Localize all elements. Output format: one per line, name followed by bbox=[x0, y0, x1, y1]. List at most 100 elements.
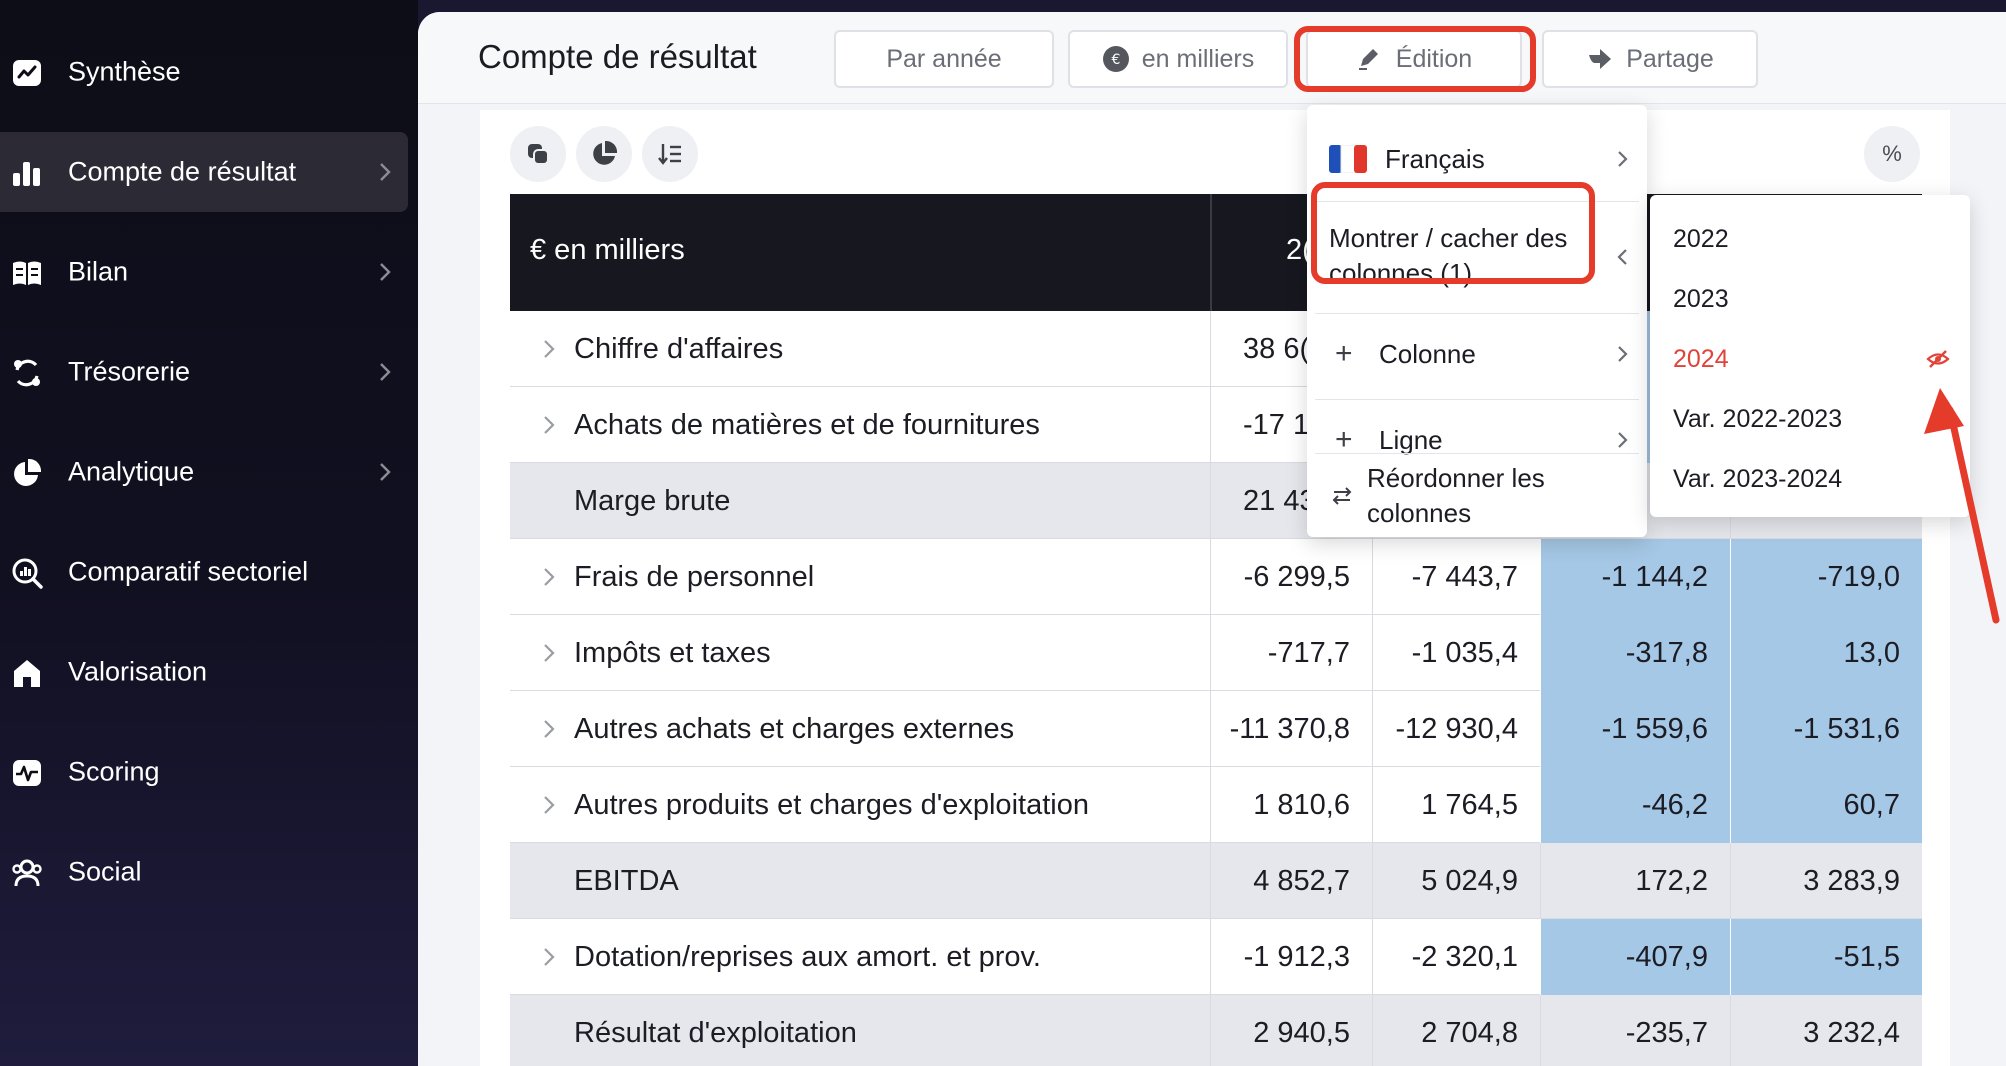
unit-button-label: en milliers bbox=[1141, 44, 1255, 73]
table-cell: 60,7 bbox=[1730, 767, 1922, 843]
table-header-label: € en milliers bbox=[530, 234, 685, 266]
table-row[interactable]: Dotation/reprises aux amort. et prov. -1 … bbox=[510, 919, 1922, 995]
pulse-icon bbox=[13, 760, 41, 786]
table-cell: 1 810,6 bbox=[1210, 767, 1372, 843]
column-toggle-2022[interactable]: 2022 bbox=[1673, 225, 1729, 254]
table-row[interactable]: Impôts et taxes -717,7 -1 035,4 -317,8 13,0 bbox=[510, 615, 1922, 691]
table-cell: -1 144,2 bbox=[1540, 539, 1730, 615]
sidebar-item-label: Bilan bbox=[68, 256, 129, 287]
table-cell: 172,2 bbox=[1540, 843, 1730, 919]
expand-chevron-icon[interactable] bbox=[540, 641, 558, 665]
sidebar-item-bilan[interactable]: Bilan bbox=[0, 232, 408, 312]
sidebar-item-synthese[interactable]: Synthèse bbox=[0, 32, 408, 112]
row-label: Résultat d'exploitation bbox=[574, 1017, 857, 1049]
table-cell: -51,5 bbox=[1730, 919, 1922, 995]
sidebar-item-label: Comparatif sectoriel bbox=[68, 556, 309, 587]
menu-item-reorder-columns[interactable]: Réordonner les colonnes bbox=[1307, 457, 1647, 537]
table-cell: -6 299,5 bbox=[1210, 539, 1372, 615]
sidebar-item-scoring[interactable]: Scoring bbox=[0, 732, 408, 812]
expand-chevron-icon[interactable] bbox=[540, 793, 558, 817]
menu-item-language-label: Français bbox=[1385, 143, 1485, 174]
unit-button[interactable]: € en milliers bbox=[1068, 30, 1288, 88]
table-cell: 2 704,8 bbox=[1372, 995, 1540, 1066]
expand-chevron-icon[interactable] bbox=[540, 413, 558, 437]
sidebar-item-analytique[interactable]: Analytique bbox=[0, 432, 408, 512]
sidebar-item-label: Trésorerie bbox=[68, 356, 191, 387]
table-cell: -1 559,6 bbox=[1540, 691, 1730, 767]
menu-item-reorder-label: Réordonner les colonnes bbox=[1367, 463, 1545, 528]
table-cell: -46,2 bbox=[1540, 767, 1730, 843]
sidebar-item-label: Social bbox=[68, 856, 142, 887]
cycle-icon bbox=[14, 359, 40, 387]
plus-icon: + bbox=[1335, 423, 1353, 456]
french-flag-icon bbox=[1329, 145, 1367, 173]
annotation-arrow bbox=[1924, 388, 2000, 624]
sort-button[interactable] bbox=[642, 126, 698, 182]
table-cell: 1 764,5 bbox=[1372, 767, 1540, 843]
line-chart-icon bbox=[13, 60, 41, 86]
edit-button-label: Édition bbox=[1395, 44, 1473, 73]
table-cell: 2 940,5 bbox=[1210, 995, 1372, 1066]
table-cell: -2 320,1 bbox=[1372, 919, 1540, 995]
chevron-right-icon bbox=[380, 463, 391, 481]
table-cell: -1 035,4 bbox=[1372, 615, 1540, 691]
expand-chevron-icon[interactable] bbox=[540, 565, 558, 589]
menu-item-show-hide-columns[interactable]: Montrer / cacher des colonnes (1) bbox=[1307, 207, 1647, 307]
chevron-right-icon bbox=[1618, 346, 1628, 362]
column-toggle-2023[interactable]: 2023 bbox=[1673, 285, 1729, 314]
table-row[interactable]: Autres produits et charges d'exploitatio… bbox=[510, 767, 1922, 843]
copy-icon bbox=[528, 144, 549, 165]
chart-settings-icon bbox=[593, 140, 618, 165]
menu-item-add-column[interactable]: + Colonne bbox=[1307, 319, 1647, 389]
table-cell: -235,7 bbox=[1540, 995, 1730, 1066]
expand-chevron-icon[interactable] bbox=[540, 717, 558, 741]
expand-chevron-icon[interactable] bbox=[540, 337, 558, 361]
expand-chevron-icon[interactable] bbox=[540, 945, 558, 969]
share-button[interactable]: Partage bbox=[1542, 30, 1758, 88]
table-cell: 3 232,4 bbox=[1730, 995, 1922, 1066]
duplicate-button[interactable] bbox=[510, 126, 566, 182]
table-cell: -7 443,7 bbox=[1372, 539, 1540, 615]
sidebar-item-tresorerie[interactable]: Trésorerie bbox=[0, 332, 408, 412]
chevron-left-icon bbox=[1617, 249, 1627, 265]
table-cell: -719,0 bbox=[1730, 539, 1922, 615]
table-row[interactable]: Autres achats et charges externes -11 370… bbox=[510, 691, 1922, 767]
row-label: Achats de matières et de fournitures bbox=[574, 409, 1040, 441]
row-label: Marge brute bbox=[574, 485, 731, 517]
sidebar-item-comparatif-sectoriel[interactable]: Comparatif sectoriel bbox=[0, 532, 408, 612]
euro-icon: € bbox=[1102, 46, 1129, 72]
column-toggle-2024[interactable]: 2024 bbox=[1673, 345, 1729, 374]
menu-item-add-column-label: Colonne bbox=[1379, 338, 1476, 369]
table-row: EBITDA 4 852,7 5 024,9 172,2 3 283,9 bbox=[510, 843, 1922, 919]
main-panel: Compte de résultat Par année € en millie… bbox=[418, 12, 2006, 1066]
menu-item-add-row-label: Ligne bbox=[1379, 424, 1443, 455]
sidebar-item-compte-de-resultat[interactable]: Compte de résultat bbox=[0, 132, 408, 212]
table-cell: -12 930,4 bbox=[1372, 691, 1540, 767]
column-toggle-var-2023-2024[interactable]: Var. 2023-2024 bbox=[1673, 465, 1842, 494]
eye-off-icon[interactable] bbox=[1926, 347, 1950, 371]
column-toggle-var-2022-2023[interactable]: Var. 2022-2023 bbox=[1673, 405, 1842, 434]
row-label: Autres achats et charges externes bbox=[574, 713, 1015, 745]
share-button-label: Partage bbox=[1626, 44, 1714, 73]
chevron-right-icon bbox=[380, 263, 391, 281]
table-cell: -717,7 bbox=[1210, 615, 1372, 691]
chevron-right-icon bbox=[380, 363, 391, 381]
period-button[interactable]: Par année bbox=[834, 30, 1054, 88]
table-cell: -1 531,6 bbox=[1730, 691, 1922, 767]
pencil-icon bbox=[1358, 49, 1378, 70]
menu-item-language[interactable]: Français bbox=[1307, 123, 1647, 195]
percent-toggle[interactable]: % bbox=[1864, 126, 1920, 182]
table-row[interactable]: Frais de personnel -6 299,5 -7 443,7 -1 144… bbox=[510, 539, 1922, 615]
bar-chart-icon bbox=[13, 162, 40, 186]
chart-options-button[interactable] bbox=[576, 126, 632, 182]
sidebar-item-label: Synthèse bbox=[68, 56, 181, 87]
home-icon bbox=[14, 660, 40, 687]
sidebar-item-label: Analytique bbox=[68, 456, 195, 487]
sidebar-item-valorisation[interactable]: Valorisation bbox=[0, 632, 408, 712]
row-label: Frais de personnel bbox=[574, 561, 815, 593]
table-cell: 13,0 bbox=[1730, 615, 1922, 691]
sidebar-item-social[interactable]: Social bbox=[0, 832, 408, 912]
row-label: EBITDA bbox=[574, 865, 679, 897]
table-cell: -317,8 bbox=[1540, 615, 1730, 691]
edit-button[interactable]: Édition bbox=[1306, 30, 1522, 88]
